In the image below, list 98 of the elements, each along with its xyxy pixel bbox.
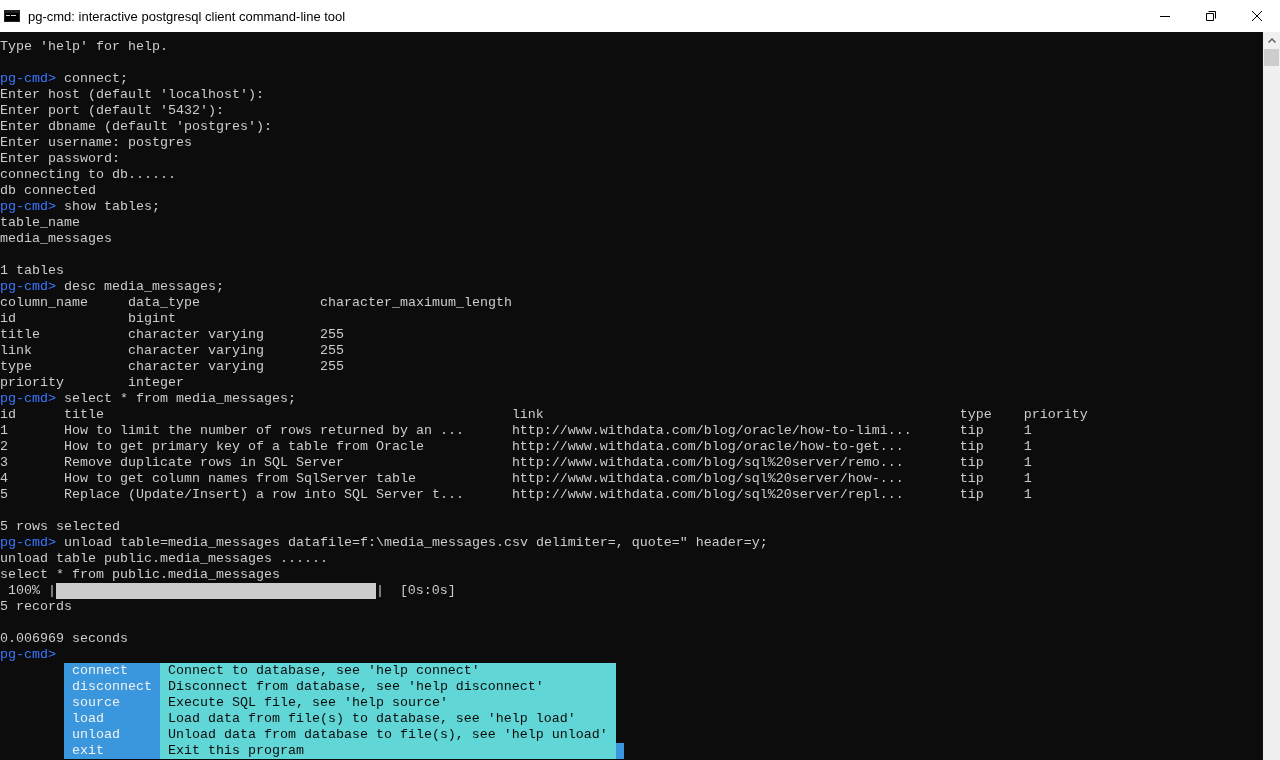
prompt-text: pg-cmd> [0, 391, 56, 407]
table-cell: title [0, 327, 40, 342]
table-cell: 255 [319, 359, 344, 374]
completion-command[interactable]: exit [64, 743, 160, 759]
table-cell: 255 [319, 343, 344, 358]
column-header: id [0, 407, 16, 422]
command-text: unload table=media_messages datafile=f:\media_messages.csv delimiter=, quote=" header=y; [64, 535, 768, 551]
table-cell: integer [127, 375, 184, 390]
command-text: desc media_messages; [64, 279, 224, 295]
bar-edge-text: | [47, 583, 56, 599]
output-text: 0.006969 seconds [0, 631, 128, 647]
table-cell: Remove duplicate rows in SQL Server [64, 455, 344, 470]
table-cell: 2 [0, 439, 8, 454]
prompt-text: pg-cmd> [0, 535, 56, 551]
command-text: show tables; [64, 199, 160, 215]
table-cell: http://www.withdata.com/blog/oracle/how-to-limi... [511, 423, 912, 438]
output-text: Enter password: [0, 151, 120, 167]
column-header: link [511, 407, 544, 422]
table-cell: How to get primary key of a table from Oracle [64, 439, 424, 454]
table-cell: 4 [0, 471, 8, 486]
table-cell: tip [959, 423, 984, 438]
progress-percent: 100% [8, 583, 40, 599]
output-text: Enter port (default '5432'): [0, 103, 224, 119]
table-cell: 1 [1023, 455, 1032, 470]
table-cell: character varying [127, 359, 264, 374]
table-cell: link [0, 343, 32, 358]
table-cell: Replace (Update/Insert) a row into SQL Server t... [64, 487, 464, 502]
output-text: Enter dbname (default 'postgres'): [0, 119, 272, 135]
completion-description: Unload data from database to file(s), see 'help unload' [159, 727, 616, 743]
table-cell: 1 [1023, 487, 1032, 502]
scrollbar[interactable] [1263, 32, 1280, 760]
table-cell: http://www.withdata.com/blog/sql%20server/repl... [511, 487, 904, 502]
table-cell: How to limit the number of rows returned by an ... [64, 423, 464, 438]
scroll-up-icon [1267, 38, 1276, 43]
output-text: table_name [0, 215, 80, 231]
completion-description: Load data from file(s) to database, see 'help load' [159, 711, 616, 727]
table-cell: priority [0, 375, 64, 390]
command-text: select * from media_messages; [64, 391, 296, 407]
output-text: media_messages [0, 231, 112, 247]
table-cell: http://www.withdata.com/blog/sql%20server/how-... [511, 471, 904, 486]
table-cell: http://www.withdata.com/blog/oracle/how-to-get... [511, 439, 904, 454]
output-text: Enter username: postgres [0, 135, 192, 151]
completion-command[interactable]: disconnect [64, 679, 160, 695]
table-cell: 1 [1023, 439, 1032, 454]
table-cell: How to get column names from SqlServer table [64, 471, 416, 486]
completion-description: Execute SQL file, see 'help source' [159, 695, 616, 711]
table-cell: 1 [1023, 471, 1032, 486]
console-icon [4, 10, 20, 22]
table-cell: http://www.withdata.com/blog/sql%20server/remo... [511, 455, 904, 470]
column-header: priority [1023, 407, 1088, 422]
output-text: 1 tables [0, 263, 64, 279]
output-text: db connected [0, 183, 96, 199]
table-cell: 1 [1023, 423, 1032, 438]
completion-description: Connect to database, see 'help connect' [159, 663, 616, 679]
scroll-thumb[interactable] [1264, 49, 1279, 66]
table-cell: id [0, 311, 16, 326]
completion-description: Disconnect from database, see 'help disconnect' [159, 679, 616, 695]
column-header: column_name [0, 295, 88, 310]
completion-command[interactable]: unload [64, 727, 160, 743]
minimize-icon [1160, 15, 1170, 17]
table-cell: character varying [127, 343, 264, 358]
output-text: unload table public.media_messages ...... [0, 551, 328, 567]
prompt-text: pg-cmd> [0, 647, 56, 663]
table-cell: bigint [127, 311, 176, 326]
output-text: Type 'help' for help. [0, 39, 168, 55]
table-cell: 255 [319, 327, 344, 342]
cursor [615, 743, 624, 759]
completion-description: Exit this program [159, 743, 616, 759]
output-text: select * from public.media_messages [0, 567, 280, 583]
prompt-text: pg-cmd> [0, 71, 56, 87]
column-header: type [959, 407, 992, 422]
table-cell: tip [959, 487, 984, 502]
table-cell: 3 [0, 455, 8, 470]
window-title: pg-cmd: interactive postgresql client command-line tool [28, 8, 347, 24]
column-header: character_maximum_length [319, 295, 512, 310]
completion-command[interactable]: load [64, 711, 160, 727]
table-cell: 1 [0, 423, 8, 438]
table-cell: type [0, 359, 32, 374]
elapsed-time: [0s:0s] [399, 583, 456, 599]
close-icon [1252, 11, 1262, 21]
output-text: 5 records [0, 599, 72, 615]
bar-edge-text: | [375, 583, 384, 599]
completion-command[interactable]: connect [64, 663, 160, 679]
table-cell: 5 [0, 487, 8, 502]
table-cell: tip [959, 455, 984, 470]
table-cell: tip [959, 439, 984, 454]
table-cell: character varying [127, 327, 264, 342]
prompt-text: pg-cmd> [0, 199, 56, 215]
output-text: 5 rows selected [0, 519, 120, 535]
output-text: connecting to db...... [0, 167, 176, 183]
prompt-text: pg-cmd> [0, 279, 56, 295]
completion-command[interactable]: source [64, 695, 160, 711]
output-text: Enter host (default 'localhost'): [0, 87, 264, 103]
column-header: data_type [127, 295, 200, 310]
column-header: title [64, 407, 104, 422]
table-cell: tip [959, 471, 984, 486]
command-text: connect; [64, 71, 128, 87]
restore-icon [1206, 11, 1216, 21]
